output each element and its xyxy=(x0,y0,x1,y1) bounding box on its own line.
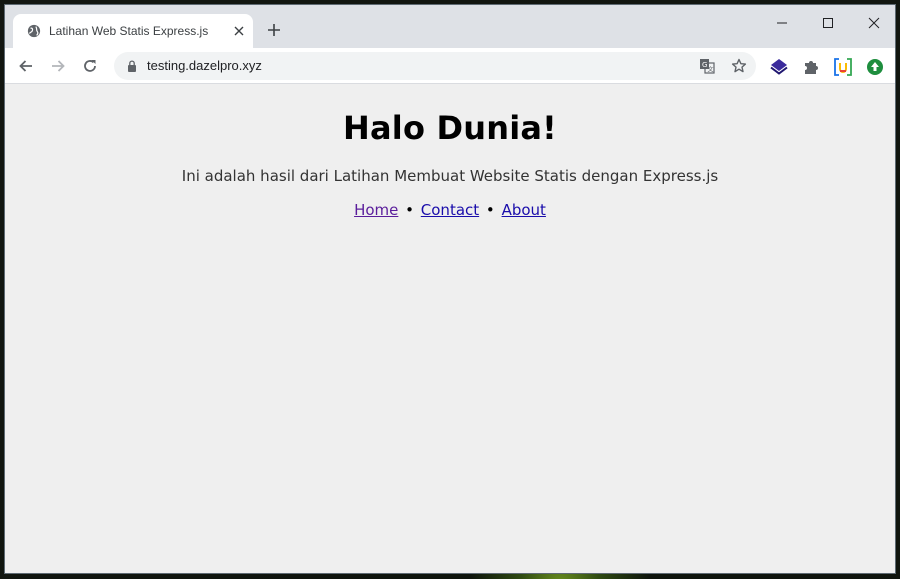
about-link[interactable]: About xyxy=(502,201,546,219)
upload-extension-icon[interactable] xyxy=(866,58,884,76)
close-window-icon[interactable] xyxy=(866,15,882,31)
page-content: Halo Dunia! Ini adalah hasil dari Latiha… xyxy=(5,85,895,573)
nav-links: Home • Contact • About xyxy=(5,201,895,219)
bracket-extension-icon[interactable] xyxy=(834,58,852,76)
layers-extension-icon[interactable] xyxy=(770,58,788,76)
nav-separator: • xyxy=(485,201,495,219)
reload-icon[interactable] xyxy=(82,58,98,74)
plus-icon[interactable] xyxy=(267,23,281,37)
globe-icon xyxy=(27,24,41,38)
arrow-left-icon[interactable] xyxy=(18,58,34,74)
url-text: testing.dazelpro.xyz xyxy=(147,58,262,73)
minimize-icon[interactable] xyxy=(774,15,790,31)
home-link[interactable]: Home xyxy=(354,201,398,219)
close-icon[interactable] xyxy=(233,25,245,37)
lock-icon[interactable] xyxy=(127,60,137,72)
page-description: Ini adalah hasil dari Latihan Membuat We… xyxy=(181,167,719,185)
star-icon[interactable] xyxy=(731,58,747,74)
address-bar[interactable]: testing.dazelpro.xyz G 文 xyxy=(114,52,756,80)
nav-separator: • xyxy=(405,201,414,219)
tab-strip: Latihan Web Statis Express.js xyxy=(5,5,895,48)
tab-title: Latihan Web Statis Express.js xyxy=(49,24,209,38)
translate-icon[interactable]: G 文 xyxy=(699,58,715,74)
puzzle-icon[interactable] xyxy=(802,58,820,76)
page-title: Halo Dunia! xyxy=(343,109,557,147)
browser-tab[interactable]: Latihan Web Statis Express.js xyxy=(13,14,253,48)
contact-link[interactable]: Contact xyxy=(421,201,479,219)
maximize-icon[interactable] xyxy=(820,15,836,31)
arrow-right-icon[interactable] xyxy=(50,58,66,74)
svg-text:文: 文 xyxy=(708,66,714,74)
browser-window: Latihan Web Statis Express.js testing.da… xyxy=(4,4,896,574)
browser-toolbar: testing.dazelpro.xyz G 文 xyxy=(5,48,895,84)
